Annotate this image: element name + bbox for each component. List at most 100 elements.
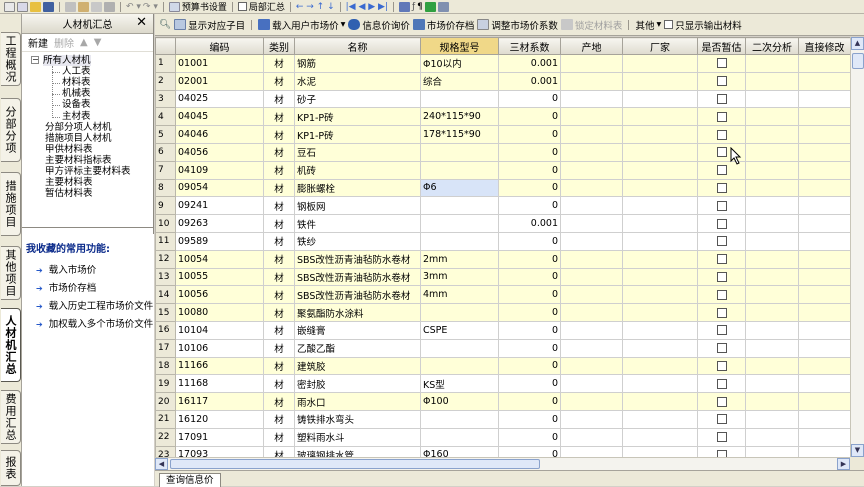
coef-cell[interactable]: 0.001 [498,71,561,91]
code-cell[interactable]: 17093 [175,445,264,457]
provisional-checkbox[interactable] [716,360,727,371]
secondary-cell[interactable] [745,125,799,144]
provisional-checkbox[interactable] [716,236,727,247]
tree-item-machine[interactable]: 机械表 [62,88,91,99]
coef-cell[interactable]: 0 [498,267,561,287]
tab-reports[interactable]: 报表 [1,450,21,486]
coef-cell[interactable]: 0 [498,249,561,269]
direct-edit-cell[interactable] [798,374,850,394]
header-direct-edit[interactable]: 直接修改 [798,37,850,55]
code-cell[interactable]: 10104 [175,320,264,340]
coef-cell[interactable]: 0 [498,231,561,251]
row-number[interactable]: 11 [155,231,176,251]
secondary-cell[interactable] [745,427,799,447]
new-doc-icon[interactable] [4,1,15,12]
spec-cell[interactable]: 240*115*90 [420,107,499,127]
category-cell[interactable]: 材 [263,71,295,91]
table-row[interactable]: 22 17091 材塑料雨水斗 0 [155,427,850,447]
tab-measures[interactable]: 措施项目 [1,172,21,236]
spec-cell[interactable] [420,427,499,447]
category-cell[interactable]: 材 [263,214,295,233]
scroll-up-icon[interactable]: ▲ [851,37,864,50]
provisional-cell[interactable] [697,231,746,251]
header-code[interactable]: 编码 [175,37,264,55]
table-row[interactable]: 17 10106 材乙酸乙酯 0 [155,338,850,358]
vertical-scrollbar[interactable]: ▲ ▼ [850,37,864,457]
table-row[interactable]: 3 04025 材砂子 0 [155,89,850,109]
direct-edit-cell[interactable] [798,338,850,358]
secondary-cell[interactable] [745,196,799,216]
direct-edit-cell[interactable] [798,392,850,411]
provisional-cell[interactable] [697,107,746,127]
secondary-cell[interactable] [745,285,799,305]
open-folder-icon[interactable] [30,1,41,12]
table-row[interactable]: 1 01001 材钢筋 Φ10以内 0.001 [155,54,850,73]
name-cell[interactable]: SBS改性沥青油毡防水卷材 [294,285,421,305]
provisional-cell[interactable] [697,267,746,287]
provisional-cell[interactable] [697,249,746,269]
spec-cell[interactable] [420,231,499,251]
origin-cell[interactable] [560,320,623,340]
tree-item-equipment[interactable]: 设备表 [62,99,91,110]
tree-item-measures[interactable]: 措施项目人材机 [45,133,112,144]
vendor-cell[interactable] [622,178,698,198]
spec-cell[interactable]: 4mm [420,285,499,305]
vendor-cell[interactable] [622,392,698,411]
row-number[interactable]: 5 [155,125,176,144]
origin-cell[interactable] [560,356,623,376]
scroll-down-icon[interactable]: ▼ [851,444,864,457]
spec-cell[interactable] [420,356,499,376]
secondary-cell[interactable] [745,231,799,251]
code-cell[interactable]: 09589 [175,231,264,251]
origin-cell[interactable] [560,285,623,305]
provisional-cell[interactable] [697,196,746,216]
tree-item-material[interactable]: 材料表 [62,77,91,88]
vendor-cell[interactable] [622,214,698,233]
secondary-cell[interactable] [745,445,799,457]
spec-cell[interactable] [420,338,499,358]
header-provisional[interactable]: 是否暂估 [697,37,746,55]
paragraph-icon[interactable]: ¶ [417,2,423,12]
row-number[interactable]: 2 [155,71,176,91]
provisional-cell[interactable] [697,356,746,376]
direct-edit-cell[interactable] [798,54,850,73]
row-number[interactable]: 8 [155,178,176,198]
code-cell[interactable]: 01001 [175,54,264,73]
coef-cell[interactable]: 0.001 [498,54,561,73]
header-vendor[interactable]: 厂家 [622,37,698,55]
collapse-icon[interactable]: − [31,56,39,64]
name-cell[interactable]: 塑料雨水斗 [294,427,421,447]
provisional-cell[interactable] [697,320,746,340]
code-cell[interactable]: 10106 [175,338,264,358]
name-cell[interactable]: 雨水口 [294,392,421,411]
coef-cell[interactable]: 0 [498,142,561,162]
origin-cell[interactable] [560,71,623,91]
vendor-cell[interactable] [622,285,698,305]
table-row[interactable]: 8 09054 材膨胀螺栓 Φ6 0 [155,178,850,198]
direct-edit-cell[interactable] [798,249,850,269]
row-number[interactable]: 18 [155,356,176,376]
vendor-cell[interactable] [622,374,698,394]
provisional-checkbox[interactable] [716,307,727,318]
origin-cell[interactable] [560,267,623,287]
provisional-checkbox[interactable] [716,378,727,389]
category-cell[interactable]: 材 [263,231,295,251]
vendor-cell[interactable] [622,338,698,358]
paste-icon[interactable] [78,1,89,12]
direct-edit-cell[interactable] [798,231,850,251]
direct-edit-cell[interactable] [798,320,850,340]
adjust-coef-button[interactable]: 调整市场价系数 [477,18,558,32]
spec-cell[interactable] [420,303,499,322]
table-row[interactable]: 19 11168 材密封胶 KS型 0 [155,374,850,394]
table-row[interactable]: 14 10056 材 SBS改性沥青油毡防水卷材 4mm 0 [155,285,850,305]
tab-sub-items[interactable]: 分部分项 [1,98,21,162]
name-cell[interactable]: 铁件 [294,214,421,233]
secondary-cell[interactable] [745,356,799,376]
origin-cell[interactable] [560,196,623,216]
name-cell[interactable]: SBS改性沥青油毡防水卷材 [294,267,421,287]
code-cell[interactable]: 09054 [175,178,264,198]
category-cell[interactable]: 材 [263,285,295,305]
row-number[interactable]: 9 [155,196,176,216]
record-nav-icon[interactable]: |◀ ◀ ▶ ▶| [346,2,388,12]
row-number[interactable]: 17 [155,338,176,358]
